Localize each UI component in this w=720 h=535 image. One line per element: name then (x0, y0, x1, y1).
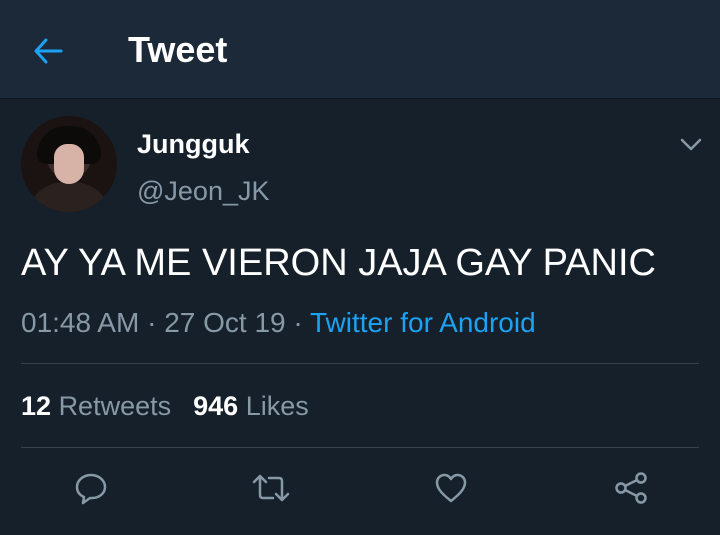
likes-stat[interactable]: 946 Likes (193, 391, 309, 421)
like-icon (435, 473, 467, 503)
more-options-button[interactable] (678, 131, 704, 157)
divider (21, 447, 699, 448)
avatar[interactable] (21, 116, 117, 212)
tweet-text: AY YA ME VIERON JAJA GAY PANIC (21, 242, 656, 284)
author-name[interactable]: Jungguk (137, 128, 250, 160)
share-icon (615, 472, 647, 504)
retweet-button[interactable] (251, 468, 291, 508)
reply-icon (75, 473, 107, 505)
retweets-label: Retweets (58, 391, 172, 421)
back-button[interactable] (30, 33, 66, 69)
tweet-date: 27 Oct 19 (164, 307, 286, 338)
retweets-count: 12 (21, 391, 52, 421)
meta-separator: · (285, 307, 310, 338)
author-handle[interactable]: @Jeon_JK (137, 175, 269, 207)
divider (21, 363, 699, 364)
tweet-stats: 12 Retweets 946 Likes (21, 390, 309, 422)
tweet-source-link[interactable]: Twitter for Android (310, 307, 536, 338)
tweet-meta: 01:48 AM · 27 Oct 19 · Twitter for Andro… (21, 306, 536, 340)
share-button[interactable] (611, 468, 651, 508)
arrow-left-icon (34, 38, 63, 64)
like-button[interactable] (431, 468, 471, 508)
meta-separator: · (139, 307, 165, 338)
retweet-icon (252, 474, 290, 502)
chevron-down-icon (680, 138, 702, 151)
likes-count: 946 (193, 391, 239, 421)
retweets-stat[interactable]: 12 Retweets (21, 391, 171, 421)
top-bar: Tweet (0, 0, 720, 99)
likes-label: Likes (245, 391, 309, 421)
tweet-time: 01:48 AM (21, 307, 140, 338)
reply-button[interactable] (71, 468, 111, 508)
page-title: Tweet (128, 29, 228, 70)
